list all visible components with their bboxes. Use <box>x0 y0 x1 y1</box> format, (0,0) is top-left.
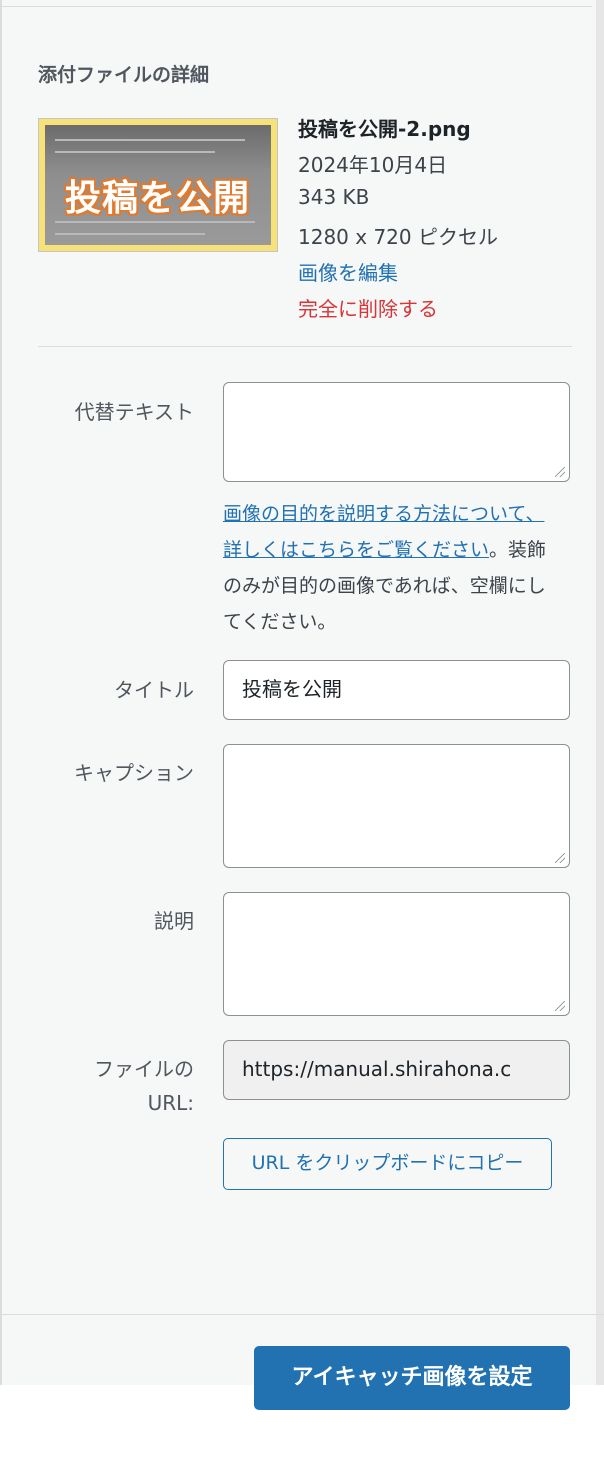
thumbnail-detail-line <box>55 233 205 235</box>
thumbnail-detail-line <box>55 139 245 141</box>
description-label: 説明 <box>154 909 194 933</box>
thumbnail-detail-line <box>55 151 215 153</box>
edit-image-link[interactable]: 画像を編集 <box>298 257 398 286</box>
thumbnail-caption-text: 投稿を公開 <box>65 178 251 219</box>
description-textarea[interactable] <box>223 892 570 1016</box>
set-featured-image-button[interactable]: アイキャッチ画像を設定 <box>254 1346 570 1410</box>
file-size: 343 KB <box>298 185 370 209</box>
file-url-value: https://manual.shirahona.c <box>242 1057 512 1081</box>
delete-permanently-link[interactable]: 完全に削除する <box>298 293 438 322</box>
panel-heading: 添付ファイルの詳細 <box>38 64 210 86</box>
attachment-thumbnail: 投稿を公開 <box>38 118 278 252</box>
image-dimensions: 1280 x 720 ピクセル <box>298 225 498 249</box>
attachment-details-panel: 添付ファイルの詳細 投稿を公開 投稿を公開-2.png 2024年10月4日 3… <box>0 0 604 1385</box>
file-url-label-line1: ファイルの <box>94 1057 194 1081</box>
section-divider <box>38 346 572 347</box>
panel-scrollbar-track[interactable] <box>596 0 604 1385</box>
thumbnail-image: 投稿を公開 <box>45 125 271 245</box>
caption-textarea[interactable] <box>223 744 570 868</box>
alt-text-textarea[interactable] <box>223 382 570 482</box>
title-input-value: 投稿を公開 <box>242 677 342 701</box>
copy-url-button[interactable]: URL をクリップボードにコピー <box>223 1138 552 1190</box>
top-divider <box>2 6 592 7</box>
upload-date: 2024年10月4日 <box>298 153 448 177</box>
alt-text-help: 画像の目的を説明する方法について、詳しくはこちらをご覧ください。装飾のみが目的の… <box>223 496 563 640</box>
title-input[interactable]: 投稿を公開 <box>223 660 570 720</box>
caption-label: キャプション <box>74 761 194 785</box>
thumbnail-detail-line <box>55 221 255 223</box>
file-name: 投稿を公開-2.png <box>298 117 471 141</box>
title-label: タイトル <box>114 678 194 702</box>
footer-divider <box>0 1314 604 1315</box>
file-url-label: ファイルの URL: <box>94 1052 194 1120</box>
file-url-input[interactable]: https://manual.shirahona.c <box>223 1040 570 1100</box>
alt-text-label: 代替テキスト <box>74 400 194 424</box>
file-url-label-line2: URL: <box>147 1091 194 1115</box>
